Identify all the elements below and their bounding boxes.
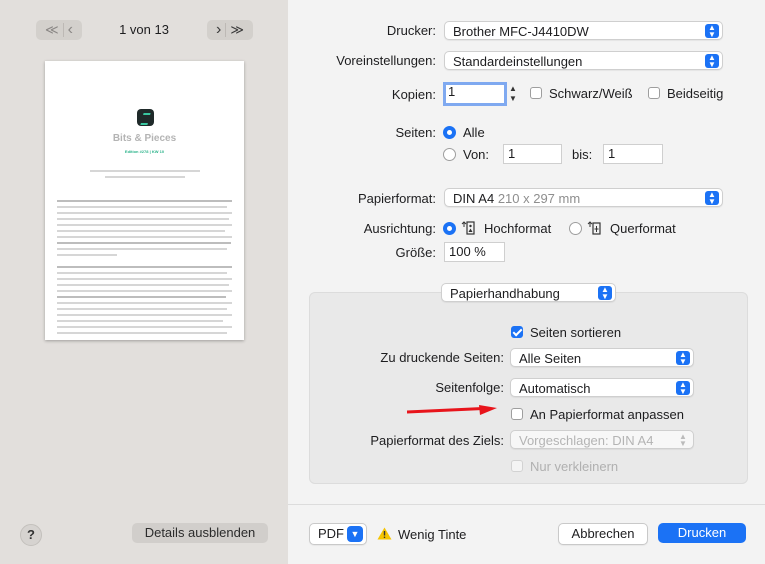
cancel-button[interactable]: Abbrechen	[558, 523, 648, 545]
updown-chevron-icon: ▲ ▼	[705, 191, 719, 206]
orientation-label: Ausrichtung:	[363, 221, 436, 236]
copies-stepper[interactable]: ▲ ▼	[509, 84, 517, 104]
footer-divider	[288, 504, 765, 505]
page-order-value: Automatisch	[519, 381, 591, 396]
printer-label: Drucker:	[386, 23, 436, 38]
page-preview: Bits & Pieces Edition #278 | KW 10	[45, 61, 244, 340]
paper-size-dims: 210 x 297 mm	[497, 191, 581, 206]
pages-to-print-label: Zu druckende Seiten:	[380, 350, 504, 365]
preview-subtitle: Edition #278 | KW 10	[124, 149, 165, 154]
duplex-label: Beidseitig	[667, 86, 724, 101]
target-paper-label: Papierformat des Ziels:	[370, 433, 504, 448]
presets-value: Standardeinstellungen	[453, 54, 583, 69]
paper-size-select[interactable]: DIN A4 210 x 297 mm ▲ ▼	[444, 188, 723, 207]
updown-chevron-icon: ▲ ▼	[705, 24, 719, 39]
pages-to-print-value: Alle Seiten	[519, 351, 582, 366]
fit-to-paper-checkbox[interactable]	[511, 408, 523, 420]
portrait-label: Hochformat	[484, 221, 552, 236]
updown-chevron-icon: ▲ ▼	[679, 432, 687, 448]
pdf-menu-button[interactable]: PDF ▼	[309, 523, 367, 545]
printer-select[interactable]: Brother MFC-J4410DW ▲ ▼	[444, 21, 723, 40]
updown-chevron-icon: ▲ ▼	[676, 381, 690, 396]
next-last-page-group[interactable]: › ≫	[207, 20, 253, 40]
collate-label: Seiten sortieren	[530, 325, 622, 340]
hide-details-button[interactable]: Details ausblenden	[132, 523, 268, 543]
pages-label: Seiten:	[395, 125, 436, 140]
portrait-radio[interactable]	[443, 222, 456, 235]
help-button[interactable]: ?	[20, 524, 42, 546]
bw-checkbox[interactable]	[530, 87, 542, 99]
low-ink-warning: Wenig Tinte	[398, 527, 467, 542]
target-paper-select: Vorgeschlagen: DIN A4 ▲ ▼	[510, 430, 694, 449]
landscape-radio[interactable]	[569, 222, 582, 235]
pages-to-print-select[interactable]: Alle Seiten ▲ ▼	[510, 348, 694, 367]
print-button[interactable]: Drucken	[658, 523, 746, 543]
paper-size-value: DIN A4	[453, 191, 495, 206]
section-select[interactable]: Papierhandhabung ▲ ▼	[441, 283, 616, 302]
pages-all-label: Alle	[463, 125, 485, 140]
chevron-down-icon: ▼	[347, 526, 363, 542]
updown-chevron-icon: ▲ ▼	[705, 54, 719, 69]
section-value: Papierhandhabung	[450, 286, 560, 301]
paper-size-label: Papierformat:	[357, 191, 436, 206]
bw-label: Schwarz/Weiß	[549, 86, 633, 101]
next-page-button[interactable]: ›	[216, 21, 221, 39]
pages-to-input[interactable]: 1	[603, 144, 663, 164]
warning-icon	[377, 527, 392, 540]
page-order-label: Seitenfolge:	[435, 380, 504, 395]
pages-all-radio[interactable]	[443, 126, 456, 139]
annotation-arrow-icon	[407, 405, 497, 415]
portrait-icon	[461, 221, 475, 235]
updown-chevron-icon: ▲ ▼	[598, 286, 612, 301]
pages-from-input[interactable]: 1	[503, 144, 562, 164]
collate-checkbox[interactable]	[511, 326, 523, 338]
newsletter-logo-icon	[137, 109, 154, 126]
updown-chevron-icon: ▲ ▼	[676, 351, 690, 366]
previous-page-button[interactable]: ‹	[68, 21, 73, 39]
pages-range-radio[interactable]	[443, 148, 456, 161]
first-page-button[interactable]: ≪	[45, 22, 59, 38]
pdf-label: PDF	[318, 526, 344, 541]
presets-select[interactable]: Standardeinstellungen ▲ ▼	[444, 51, 723, 70]
printer-value: Brother MFC-J4410DW	[453, 24, 589, 39]
landscape-label: Querformat	[610, 221, 676, 236]
scale-label: Größe:	[395, 245, 436, 260]
duplex-checkbox[interactable]	[648, 87, 660, 99]
presets-label: Voreinstellungen:	[336, 53, 436, 68]
page-indicator: 1 von 13	[119, 22, 169, 37]
first-prev-page-group[interactable]: ≪ ‹	[36, 20, 82, 40]
shrink-only-label: Nur verkleinern	[530, 459, 619, 474]
preview-title: Bits & Pieces	[112, 133, 177, 144]
copies-label: Kopien:	[391, 87, 436, 102]
target-paper-value: Vorgeschlagen: DIN A4	[519, 433, 654, 448]
shrink-only-checkbox	[511, 460, 523, 472]
fit-to-paper-label: An Papierformat anpassen	[530, 407, 684, 422]
page-order-select[interactable]: Automatisch ▲ ▼	[510, 378, 694, 397]
scale-input[interactable]: 100 %	[444, 242, 505, 262]
pages-from-label: Von:	[463, 147, 490, 162]
copies-input[interactable]: 1	[443, 82, 507, 106]
landscape-icon	[587, 221, 601, 235]
pages-to-label: bis:	[572, 147, 593, 162]
last-page-button[interactable]: ≫	[230, 22, 244, 38]
